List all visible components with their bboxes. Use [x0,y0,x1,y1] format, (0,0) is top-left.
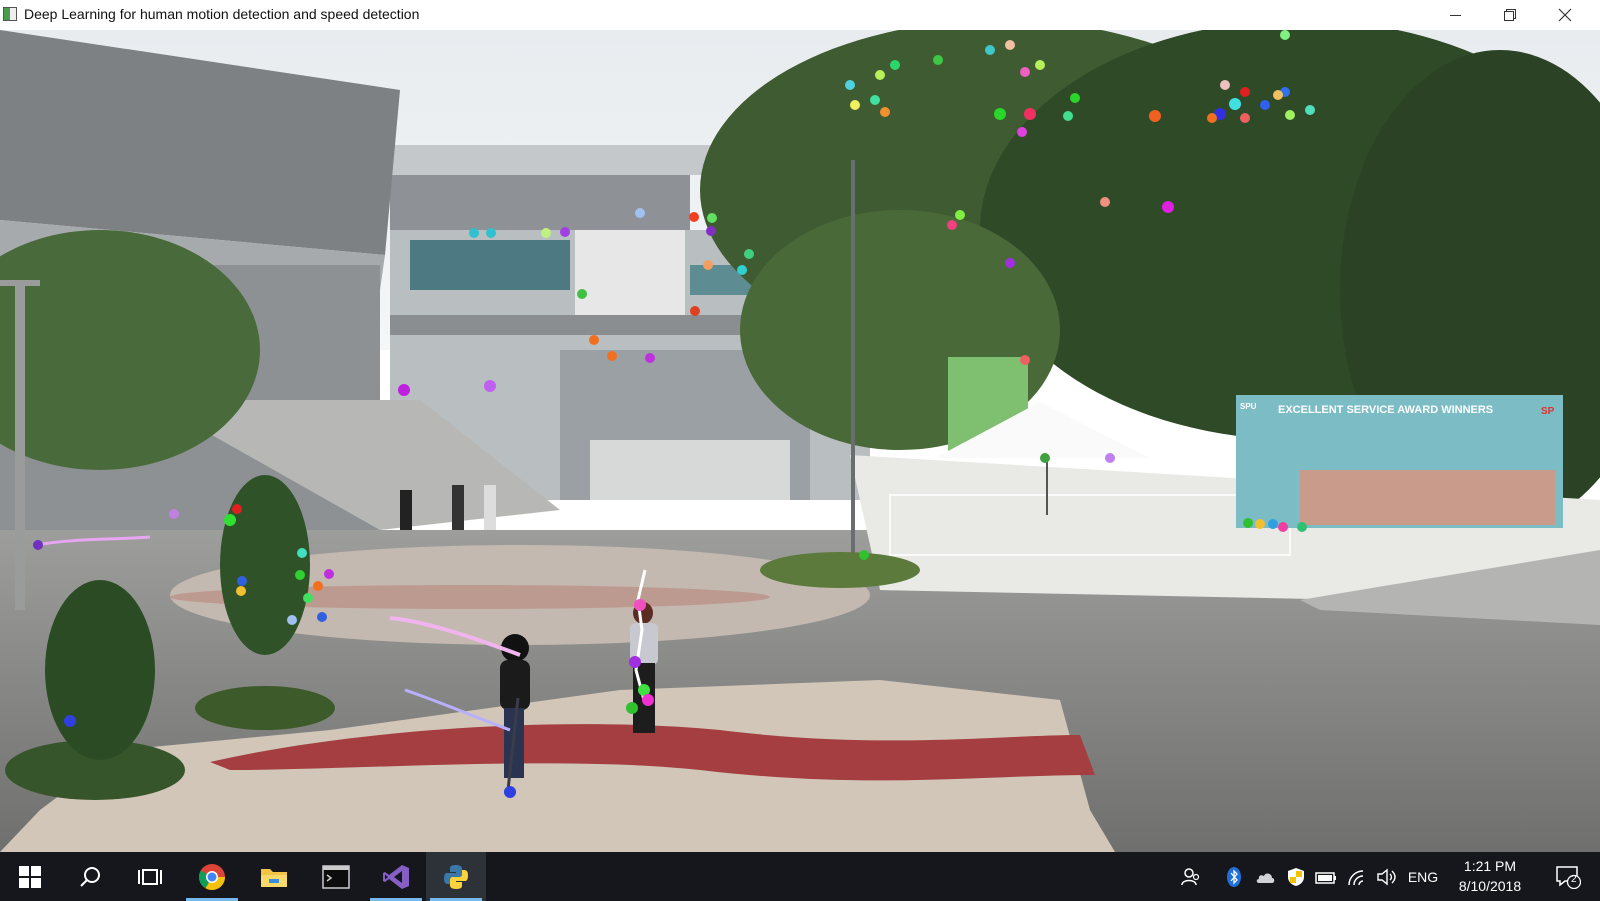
battery-icon [1315,871,1336,884]
taskbar-visual-studio[interactable] [366,852,426,901]
window-title-bar[interactable]: Deep Learning for human motion detection… [0,0,1600,31]
small-tree-left [45,580,155,760]
billboard-title: EXCELLENT SERVICE AWARD WINNERS [1278,404,1493,416]
notification-icon [1556,865,1581,889]
people-icon [1181,867,1200,885]
window-title: Deep Learning for human motion detection… [24,6,420,22]
station-windows [410,240,570,290]
volume-tray-icon[interactable] [1372,852,1400,901]
chrome-icon [198,863,226,890]
python-icon [444,864,468,889]
taskbar-terminal[interactable] [306,852,366,901]
onedrive-tray-icon[interactable] [1250,852,1280,901]
app-icon [3,7,17,21]
terminal-icon [322,864,350,889]
pole-left [15,280,25,610]
bridge-underside [390,175,690,230]
task-view-button[interactable] [120,852,180,901]
clock-date: 8/10/2018 [1458,878,1522,894]
station-block [575,230,685,320]
video-frame: EXCELLENT SERVICE AWARD WINNERS SP SPU [0,30,1600,852]
hedge-left [195,686,335,730]
clock[interactable]: 1:21 PM 8/10/2018 [1440,856,1540,896]
shield-icon [1288,867,1304,886]
wifi-icon [1348,869,1364,885]
action-center-button[interactable]: 2 [1548,852,1588,901]
bluetooth-icon [1227,866,1241,887]
speaker-icon [1377,868,1396,885]
start-button[interactable] [0,852,60,901]
restore-button[interactable] [1487,0,1533,30]
cloud-icon [1256,873,1275,883]
taskbar-file-explorer[interactable] [244,852,304,901]
minimize-icon [1449,14,1461,16]
battery-tray-icon[interactable] [1312,852,1340,901]
scene-canvas: EXCELLENT SERVICE AWARD WINNERS SP SPU [0,30,1600,852]
bluetooth-tray-icon[interactable] [1222,852,1246,901]
notification-count: 2 [1571,874,1577,885]
search-icon [80,866,100,887]
people-button[interactable] [1176,852,1206,901]
taskbar-chrome[interactable] [182,852,242,901]
wifi-tray-icon[interactable] [1342,852,1370,901]
security-tray-icon[interactable] [1282,852,1310,901]
minimize-button[interactable] [1432,0,1478,30]
close-icon [1558,8,1572,22]
billboard-logo: SP [1541,406,1555,417]
small-tree [220,475,310,655]
search-button[interactable] [60,852,120,901]
taskbar: ENG 1:21 PM 8/10/2018 2 [0,852,1600,901]
task-view-icon [138,868,162,885]
clock-time: 1:21 PM [1463,858,1517,874]
close-button[interactable] [1542,0,1588,30]
visual-studio-icon [383,864,409,889]
taskbar-python[interactable] [426,852,486,901]
restore-icon [1504,9,1516,21]
pole-arm [0,280,40,286]
windows-logo-icon [19,865,41,888]
grass-patch [760,552,920,588]
billboard-logo-left: SPU [1240,402,1257,411]
folder-icon [261,868,287,887]
billboard-photo-strip [1300,470,1555,525]
station-base [590,440,790,500]
language-indicator[interactable]: ENG [1404,852,1442,901]
